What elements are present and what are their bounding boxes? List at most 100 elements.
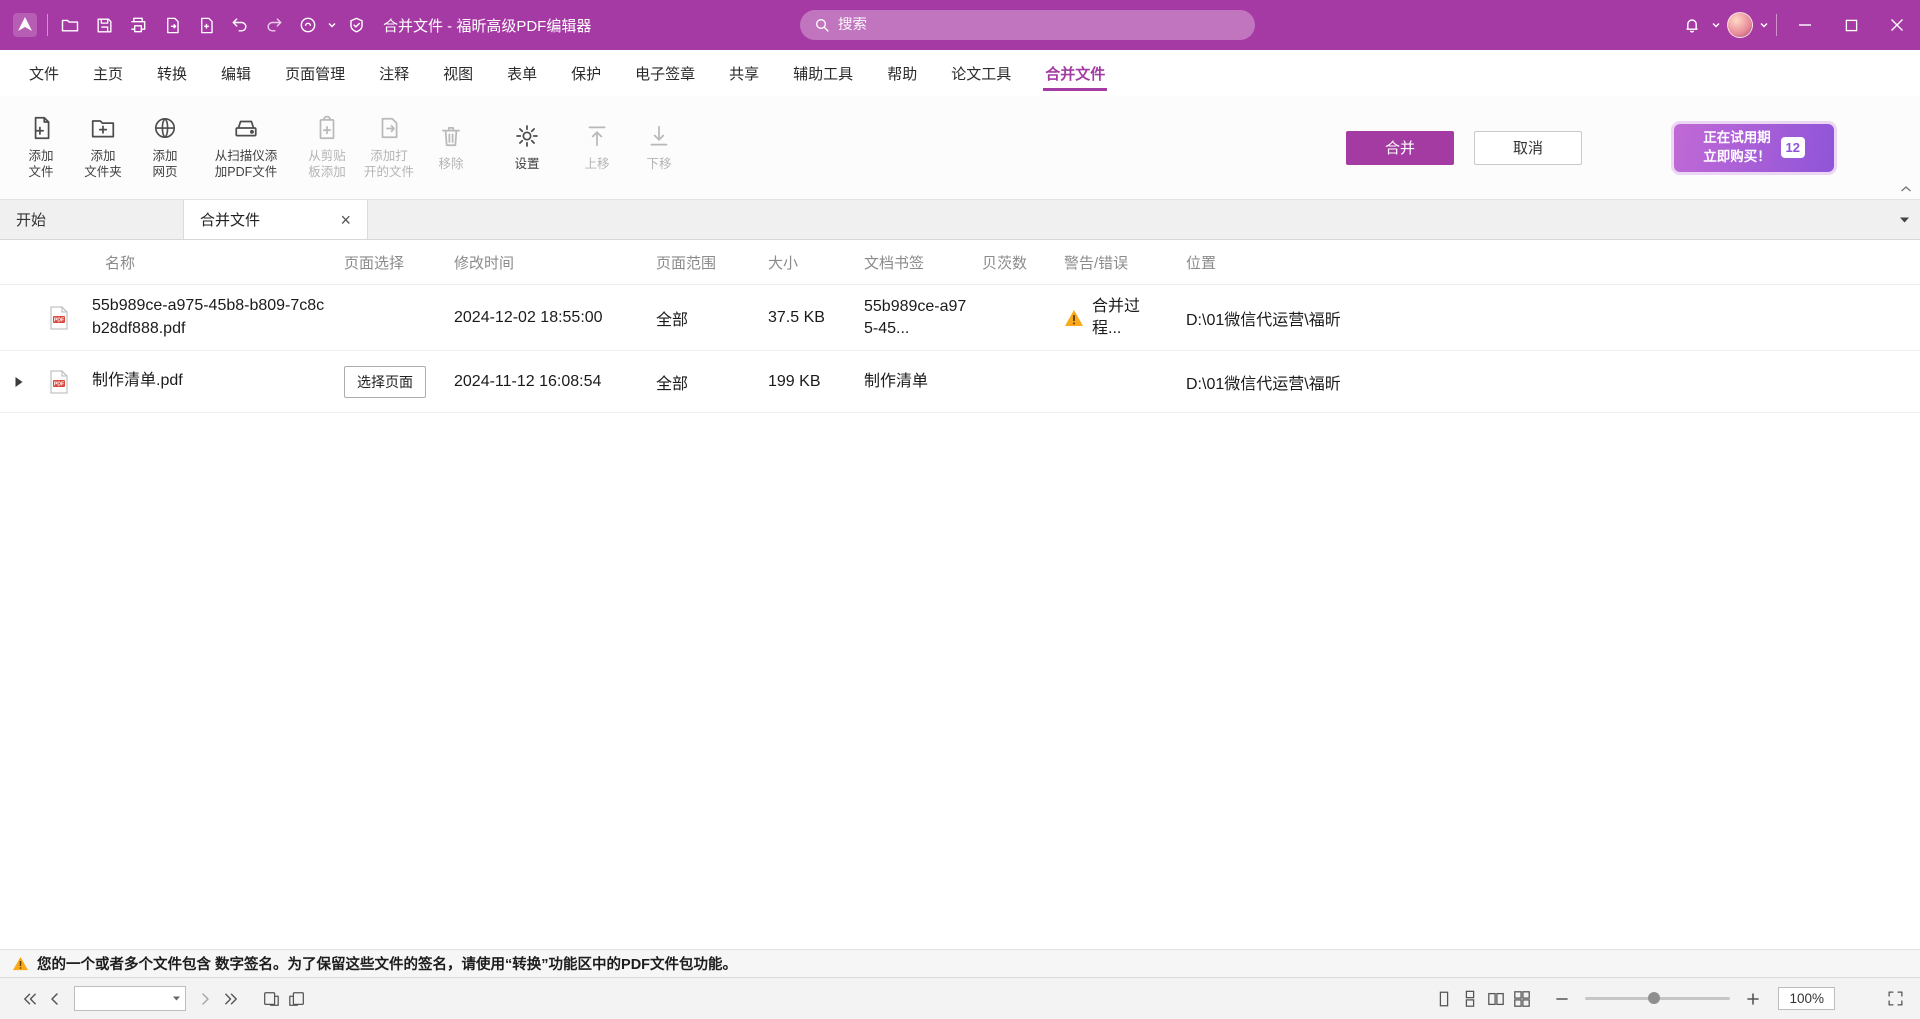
previous-page-icon[interactable] — [42, 986, 68, 1012]
continuous-view-icon[interactable] — [1457, 986, 1483, 1012]
page-range: 全部 — [654, 370, 766, 394]
col-bates[interactable]: 贝茨数 — [980, 252, 1062, 273]
col-page-select[interactable]: 页面选择 — [342, 252, 452, 273]
tab-convert[interactable]: 转换 — [140, 50, 204, 96]
ribbon-toolbar: 添加 文件 添加 文件夹 添加 网页 从扫描仪添 加PDF文件 从剪贴 板添加 … — [0, 96, 1920, 200]
zoom-out-icon[interactable] — [1549, 986, 1575, 1012]
tab-merge-files[interactable]: 合并文件 — [1028, 50, 1122, 96]
tab-edit[interactable]: 编辑 — [204, 50, 268, 96]
undo-icon[interactable] — [223, 7, 257, 43]
page-dropdown-icon[interactable] — [172, 995, 181, 1002]
merge-button[interactable]: 合并 — [1346, 131, 1454, 165]
search-box[interactable] — [800, 10, 1255, 40]
add-open-files-label: 添加打 开的文件 — [364, 148, 414, 181]
col-location[interactable]: 位置 — [1184, 252, 1920, 273]
tab-list-dropdown-icon[interactable] — [1899, 200, 1910, 239]
account-dropdown-icon[interactable] — [1757, 7, 1771, 43]
first-page-icon[interactable] — [16, 986, 42, 1012]
zoom-level-box[interactable]: 100% — [1778, 987, 1835, 1010]
tab-share[interactable]: 共享 — [712, 50, 776, 96]
open-file-icon[interactable] — [53, 7, 87, 43]
tab-accessibility[interactable]: 辅助工具 — [776, 50, 870, 96]
zoom-slider-thumb[interactable] — [1648, 992, 1660, 1004]
notifications-bell-icon[interactable] — [1675, 7, 1709, 43]
tab-page-organize[interactable]: 页面管理 — [268, 50, 362, 96]
export-pdf-icon[interactable] — [155, 7, 189, 43]
add-files-button[interactable]: 添加 文件 — [10, 115, 72, 181]
redo-icon[interactable] — [257, 7, 291, 43]
col-size[interactable]: 大小 — [766, 252, 862, 273]
expand-row-icon[interactable] — [14, 376, 24, 388]
add-webpage-label: 添加 网页 — [152, 148, 177, 181]
remove-label: 移除 — [438, 156, 463, 172]
doc-tab-start[interactable]: 开始 — [0, 200, 184, 239]
zoom-level-value: 100% — [1789, 991, 1824, 1006]
col-modified[interactable]: 修改时间 — [452, 252, 654, 273]
single-page-view-icon[interactable] — [1431, 986, 1457, 1012]
tab-esign[interactable]: 电子签章 — [618, 50, 712, 96]
settings-label: 设置 — [514, 156, 539, 172]
maximize-button[interactable] — [1828, 0, 1874, 50]
page-select-cell: 选择页面 — [342, 366, 452, 398]
foxit-logo[interactable] — [8, 7, 42, 43]
add-open-files-button: 添加打 开的文件 — [358, 115, 420, 181]
col-page-range[interactable]: 页面范围 — [654, 252, 766, 273]
warning-cell[interactable]: 合并过程... — [1062, 296, 1184, 339]
file-list-empty-area — [0, 413, 1920, 949]
page-number-input[interactable] — [74, 986, 186, 1011]
col-name[interactable]: 名称 — [80, 252, 342, 273]
collapse-ribbon-icon[interactable] — [1900, 185, 1912, 193]
last-page-icon[interactable] — [218, 986, 244, 1012]
add-folder-label: 添加 文件夹 — [84, 148, 122, 181]
tab-protect[interactable]: 保护 — [554, 50, 618, 96]
print-icon[interactable] — [121, 7, 155, 43]
file-name: 55b989ce-a975-45b8-b809-7c8cb28df888.pdf — [80, 295, 332, 339]
col-warning[interactable]: 警告/错误 — [1062, 252, 1184, 273]
fullscreen-icon[interactable] — [1887, 990, 1904, 1007]
window-title: 合并文件 - 福昕高级PDF编辑器 — [383, 15, 591, 36]
trial-buy-banner[interactable]: 正在试用期 立即购买！ 12 — [1674, 124, 1834, 172]
page-range: 全部 — [654, 306, 766, 330]
previous-view-icon[interactable] — [258, 986, 284, 1012]
zoom-slider[interactable] — [1585, 997, 1730, 1000]
add-from-scanner-button[interactable]: 从扫描仪添 加PDF文件 — [196, 115, 296, 181]
close-button[interactable] — [1874, 0, 1920, 50]
bookmark: 制作清单 — [862, 371, 980, 393]
table-row[interactable]: PDF 55b989ce-a975-45b8-b809-7c8cb28df888… — [0, 285, 1920, 351]
hand-tool-icon[interactable] — [291, 7, 325, 43]
settings-button[interactable]: 设置 — [496, 123, 558, 172]
choose-pages-button[interactable]: 选择页面 — [344, 366, 426, 398]
col-bookmark[interactable]: 文档书签 — [862, 252, 980, 273]
search-input[interactable] — [838, 17, 1241, 33]
save-icon[interactable] — [87, 7, 121, 43]
tab-help[interactable]: 帮助 — [870, 50, 934, 96]
warning-triangle-icon — [12, 956, 29, 971]
notifications-dropdown-icon[interactable] — [1709, 7, 1723, 43]
add-webpage-button[interactable]: 添加 网页 — [134, 115, 196, 181]
doc-tab-start-label: 开始 — [16, 209, 46, 230]
tab-close-icon[interactable]: × — [340, 211, 351, 229]
hand-tool-dropdown-icon[interactable] — [325, 7, 339, 43]
file-size: 199 KB — [766, 373, 862, 391]
next-view-icon[interactable] — [284, 986, 310, 1012]
table-row[interactable]: PDF 制作清单.pdf 选择页面 2024-11-12 16:08:54 全部… — [0, 351, 1920, 413]
user-avatar[interactable] — [1723, 7, 1757, 43]
tab-paper-tools[interactable]: 论文工具 — [934, 50, 1028, 96]
minimize-button[interactable] — [1782, 0, 1828, 50]
tab-comment[interactable]: 注释 — [362, 50, 426, 96]
tab-form[interactable]: 表单 — [490, 50, 554, 96]
page-number-field[interactable] — [79, 991, 172, 1006]
facing-view-icon[interactable] — [1483, 986, 1509, 1012]
doc-tab-merge[interactable]: 合并文件 × — [184, 200, 368, 239]
facing-continuous-view-icon[interactable] — [1509, 986, 1535, 1012]
cancel-button[interactable]: 取消 — [1474, 131, 1582, 165]
protect-check-icon[interactable] — [339, 7, 373, 43]
next-page-icon[interactable] — [192, 986, 218, 1012]
tab-home[interactable]: 主页 — [76, 50, 140, 96]
add-folder-button[interactable]: 添加 文件夹 — [72, 115, 134, 181]
create-pdf-icon[interactable] — [189, 7, 223, 43]
zoom-in-icon[interactable] — [1740, 986, 1766, 1012]
add-from-clipboard-label: 从剪贴 板添加 — [308, 148, 346, 181]
tab-view[interactable]: 视图 — [426, 50, 490, 96]
tab-file[interactable]: 文件 — [12, 50, 76, 96]
